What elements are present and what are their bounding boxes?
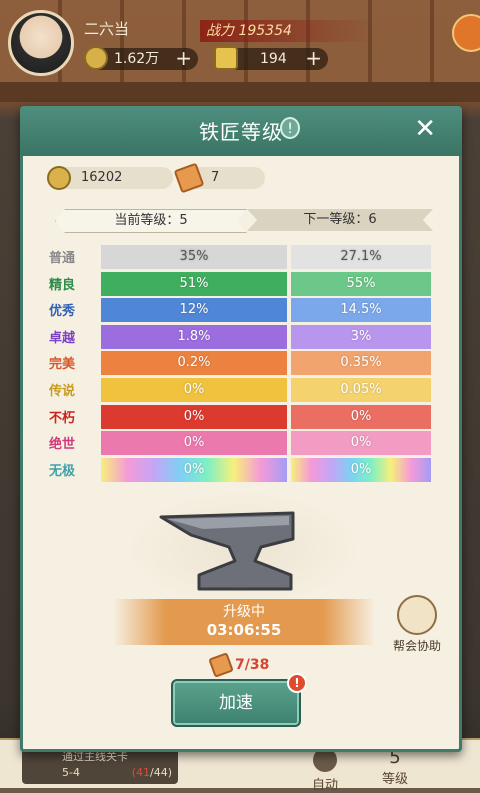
current-probability: 12% (101, 298, 287, 323)
anvil-icon (159, 511, 295, 591)
scroll-icon (208, 652, 234, 678)
scroll-progress: 7/38 (208, 652, 270, 678)
alert-badge-icon: ! (287, 673, 307, 693)
ingot-value: 194 (260, 51, 287, 67)
add-coin-button[interactable]: + (175, 47, 192, 69)
dialog-header: 铁匠等级 ! ✕ (20, 106, 462, 156)
next-probability: 27.1% (291, 245, 431, 269)
quality-row: 绝世 0% 0% (23, 431, 465, 456)
current-probability: 1.8% (101, 324, 287, 349)
ingot-icon (214, 46, 238, 70)
current-probability: 0% (101, 378, 287, 402)
next-probability: 0% (291, 431, 431, 456)
quality-label: 卓越 (49, 330, 76, 346)
scroll-stat: 7 (173, 162, 265, 194)
next-probability: 55% (291, 271, 431, 296)
quality-label: 精良 (49, 277, 76, 293)
coin-stat: 16202 (47, 166, 173, 190)
scroll-amount: 7 (211, 170, 220, 185)
current-level-tab: 当前等级：5 (55, 209, 247, 233)
quality-label: 绝世 (49, 437, 76, 453)
upgrade-status: 升级中 03:06:55 (113, 599, 375, 645)
coin-icon (47, 166, 71, 190)
quality-row: 无极 0% 0% (23, 457, 465, 482)
blacksmith-level-dialog: 铁匠等级 ! ✕ 16202 7 当前等级：5 下一等级：6 普通 35% 27.1… (20, 106, 462, 752)
guild-help-button[interactable]: 帮会协助 (387, 595, 447, 655)
quest-stage: 5-4 (62, 766, 80, 779)
level-label: 等级 (381, 772, 408, 787)
quest-progress: (41/44) (131, 766, 172, 779)
quality-label: 传说 (49, 384, 76, 399)
close-icon[interactable]: ✕ (414, 114, 436, 144)
quality-row: 精良 51% 55% (23, 271, 465, 296)
upgrade-timer: 03:06:55 (206, 621, 282, 639)
guild-help-label: 帮会协助 (392, 639, 441, 653)
quality-row: 传说 0% 0.05% (23, 378, 465, 402)
scroll-progress-value: 7/38 (235, 657, 270, 673)
speed-up-button[interactable]: 加速 (171, 679, 301, 727)
player-avatar[interactable] (8, 10, 74, 76)
quality-label: 完美 (49, 357, 76, 373)
current-probability: 0% (101, 431, 287, 456)
current-probability: 51% (101, 271, 287, 296)
power-value: 195354 (238, 23, 292, 39)
next-probability: 0.05% (291, 378, 431, 402)
dialog-title: 铁匠等级 (199, 120, 283, 144)
next-probability: 0.35% (291, 351, 431, 376)
quality-row: 不朽 0% 0% (23, 404, 465, 429)
quality-label: 无极 (49, 463, 76, 479)
shelf (0, 82, 480, 102)
quality-row: 完美 0.2% 0.35% (23, 351, 465, 376)
current-probability: 35% (101, 245, 287, 269)
scroll-icon (173, 162, 205, 194)
quality-row: 卓越 1.8% 3% (23, 324, 465, 349)
next-probability: 0% (291, 404, 431, 429)
handshake-icon (397, 595, 437, 635)
player-name: 二六当 (84, 20, 130, 38)
current-probability: 0.2% (101, 351, 287, 376)
upgrading-label: 升级中 (223, 604, 265, 620)
next-level-tab: 下一等级：6 (247, 209, 433, 231)
coin-icon (84, 46, 108, 70)
coin-amount: 16202 (81, 170, 123, 185)
quality-row: 普通 35% 27.1% (23, 245, 465, 269)
quality-label: 普通 (49, 251, 76, 266)
auto-button[interactable]: 自动 (300, 748, 350, 793)
coin-resource: 1.62万 + (84, 46, 198, 70)
next-probability: 3% (291, 324, 431, 349)
next-probability: 0% (291, 457, 431, 482)
ingot-resource: 194 + (214, 46, 328, 70)
quality-row: 优秀 12% 14.5% (23, 298, 465, 323)
info-icon[interactable]: ! (280, 117, 300, 139)
anvil-illustration (123, 489, 363, 609)
current-probability: 0% (101, 404, 287, 429)
level-button[interactable]: 5 等级 (370, 748, 420, 788)
add-ingot-button[interactable]: + (305, 47, 322, 69)
power-display: 战力 195354 (200, 20, 376, 42)
quality-label: 优秀 (49, 304, 76, 320)
next-probability: 14.5% (291, 298, 431, 323)
coin-value: 1.62万 (114, 51, 160, 67)
current-probability: 0% (101, 457, 287, 482)
quality-label: 不朽 (49, 410, 76, 426)
power-label: 战力 (206, 23, 234, 39)
